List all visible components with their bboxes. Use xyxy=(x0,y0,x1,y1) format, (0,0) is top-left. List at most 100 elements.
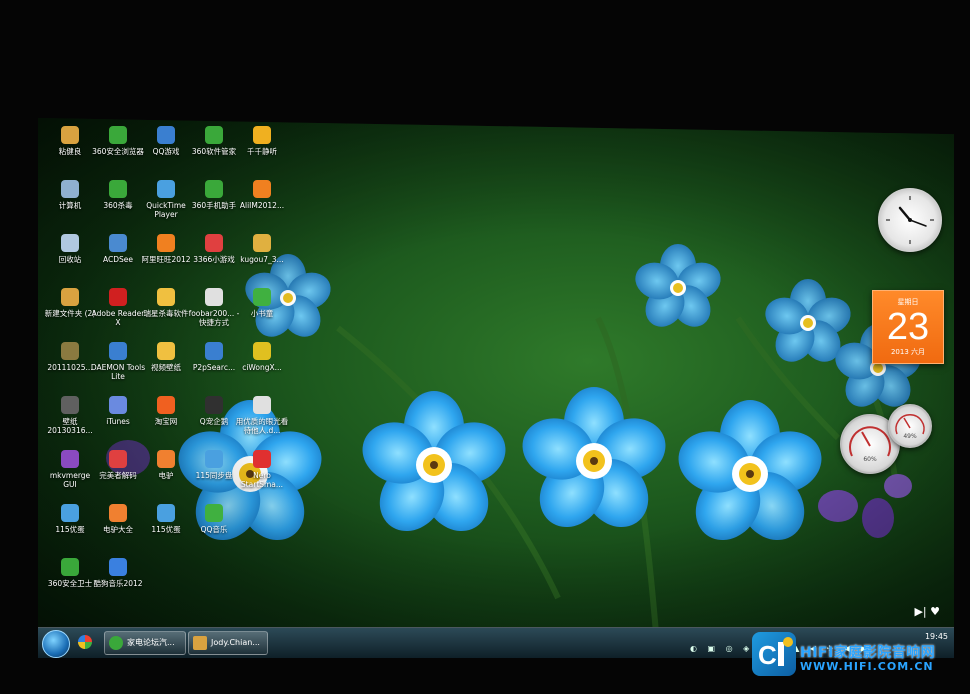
desktop-icon[interactable]: kugou7_3... xyxy=(234,234,290,264)
desktop-icon-label: QuickTime Player xyxy=(146,201,186,219)
start-button[interactable] xyxy=(42,630,70,658)
app-icon xyxy=(157,126,175,144)
desktop-icon[interactable]: 用优质的眼光看待他人.d... xyxy=(234,396,290,435)
skip-icon[interactable]: ▶| xyxy=(914,605,926,618)
watermark-title: HIFI家庭影院音响网 xyxy=(800,645,936,661)
app-icon xyxy=(157,288,175,306)
desktop-icon[interactable]: Nero StartSma... xyxy=(234,450,290,489)
browser-icon xyxy=(109,635,123,650)
app-icon xyxy=(205,450,223,468)
app-icon xyxy=(253,180,271,198)
memory-value: 49% xyxy=(903,433,917,440)
calendar-gadget[interactable]: 星期日 23 2013 六月 xyxy=(872,290,944,364)
app-icon xyxy=(61,342,79,360)
desktop-icon-label: QQ音乐 xyxy=(200,525,228,534)
desktop-icon-label: iTunes xyxy=(106,417,130,426)
app-icon xyxy=(61,180,79,198)
app-icon xyxy=(109,234,127,252)
desktop-icon-label: 壁纸 20130316... xyxy=(47,417,93,435)
desktop-icon-label: 完美者解码 xyxy=(99,471,137,480)
desktop-icon[interactable]: 酷狗音乐2012 xyxy=(90,558,146,588)
taskbar-item-browser[interactable]: 家电论坛汽... xyxy=(104,631,186,655)
app-icon xyxy=(253,234,271,252)
desktop-icon-label: 瑞星杀毒软件 xyxy=(143,309,189,318)
desktop-icon-label: 淘宝网 xyxy=(154,417,178,426)
desktop-icon[interactable]: ciWongX... xyxy=(234,342,290,372)
desktop-icon[interactable]: QQ音乐 xyxy=(186,504,242,534)
taskbar-item-folder[interactable]: Jody.Chian... xyxy=(188,631,268,655)
app-icon xyxy=(205,126,223,144)
watermark-url: WWW.HIFI.COM.CN xyxy=(800,660,934,673)
desktop-icon-label: 小书童 xyxy=(250,309,274,318)
app-icon xyxy=(205,180,223,198)
desktop-screen: 粘健良 360安全浏览器 QQ游戏 360软件管家 千千静听 计算机 360杀毒 QuickT… xyxy=(38,118,954,658)
desktop-icon-label: Q宠企鹅 xyxy=(199,417,229,426)
desktop-icon-label: Nero StartSma... xyxy=(240,471,284,489)
desktop-icon-label: 115优蛋 xyxy=(151,525,181,534)
app-icon xyxy=(205,234,223,252)
app-icon xyxy=(205,504,223,522)
calendar-day: 23 xyxy=(886,306,930,348)
desktop-icon-label: 新建文件夹 (2) xyxy=(44,309,96,318)
folder-icon xyxy=(193,635,207,650)
app-icon xyxy=(253,450,271,468)
app-icon xyxy=(109,558,127,576)
desktop-icon-label: 115同步盘 xyxy=(195,471,233,480)
desktop-icon-label: AliIM2012... xyxy=(239,201,285,210)
app-icon xyxy=(157,234,175,252)
app-icon xyxy=(109,450,127,468)
app-icon xyxy=(205,396,223,414)
desktop-icon-label: kugou7_3... xyxy=(240,255,284,264)
hifi-logo-shape: C xyxy=(758,637,793,670)
taskbar-item-label: 家电论坛汽... xyxy=(127,638,175,647)
desktop-icon-label: 电驴大全 xyxy=(103,525,133,534)
desktop-icon-label: 360杀毒 xyxy=(103,201,133,210)
calendar-month: 2013 六月 xyxy=(890,348,926,356)
app-icon xyxy=(61,288,79,306)
site-watermark: C HIFI家庭影院音响网 WWW.HIFI.COM.CN xyxy=(752,632,962,680)
desktop-icon-label: ACDSee xyxy=(103,255,133,264)
heart-icon[interactable]: ♥ xyxy=(930,605,940,618)
desktop-icon[interactable]: 千千静听 xyxy=(234,126,290,156)
desktop-icon-label: 360安全浏览器 xyxy=(92,147,144,156)
app-icon xyxy=(253,288,271,306)
memory-meter-gadget[interactable]: 49% xyxy=(888,404,932,448)
clock-face-icon xyxy=(886,196,934,244)
desktop-icon[interactable]: AliIM2012... xyxy=(234,180,290,210)
app-icon xyxy=(157,504,175,522)
desktop-icon-label: 360软件管家 xyxy=(191,147,237,156)
taskbar-item-label: Jody.Chian... xyxy=(211,638,260,647)
desktop-icon-label: 视频壁纸 xyxy=(151,363,181,372)
desktop-icon-label: P2pSearc... xyxy=(192,363,236,372)
clock-gadget[interactable] xyxy=(878,188,942,252)
app-icon xyxy=(157,396,175,414)
desktop-icon-label: 电驴 xyxy=(158,471,174,480)
desktop-icon-label: 115优蛋 xyxy=(55,525,85,534)
desktop-icon[interactable]: 小书童 xyxy=(234,288,290,318)
app-icon xyxy=(109,342,127,360)
app-icon xyxy=(253,342,271,360)
app-icon xyxy=(109,180,127,198)
media-controls: ▶| ♥ xyxy=(914,605,940,618)
desktop-icon-label: 阿里旺旺2012 xyxy=(141,255,191,264)
app-icon xyxy=(109,288,127,306)
app-icon xyxy=(109,504,127,522)
app-icon xyxy=(61,504,79,522)
app-icon xyxy=(157,342,175,360)
quicklaunch-icon[interactable] xyxy=(74,631,96,653)
cpu-value: 60% xyxy=(863,456,877,463)
desktop-icon-label: 20111025... xyxy=(47,363,93,372)
gauge-icon xyxy=(895,414,925,435)
app-icon xyxy=(253,126,271,144)
desktop-icon-label: 用优质的眼光看待他人.d... xyxy=(235,417,289,435)
desktop-icon-label: 360安全卫士 xyxy=(47,579,93,588)
app-icon xyxy=(61,396,79,414)
app-icon xyxy=(253,396,271,414)
svg-text:C: C xyxy=(758,640,777,670)
app-icon xyxy=(61,126,79,144)
app-icon xyxy=(61,234,79,252)
desktop-icon-label: 3366小游戏 xyxy=(193,255,235,264)
app-icon xyxy=(61,450,79,468)
desktop-icon-label: mkvmerge GUI xyxy=(49,471,91,489)
desktop-icon-label: 酷狗音乐2012 xyxy=(93,579,143,588)
